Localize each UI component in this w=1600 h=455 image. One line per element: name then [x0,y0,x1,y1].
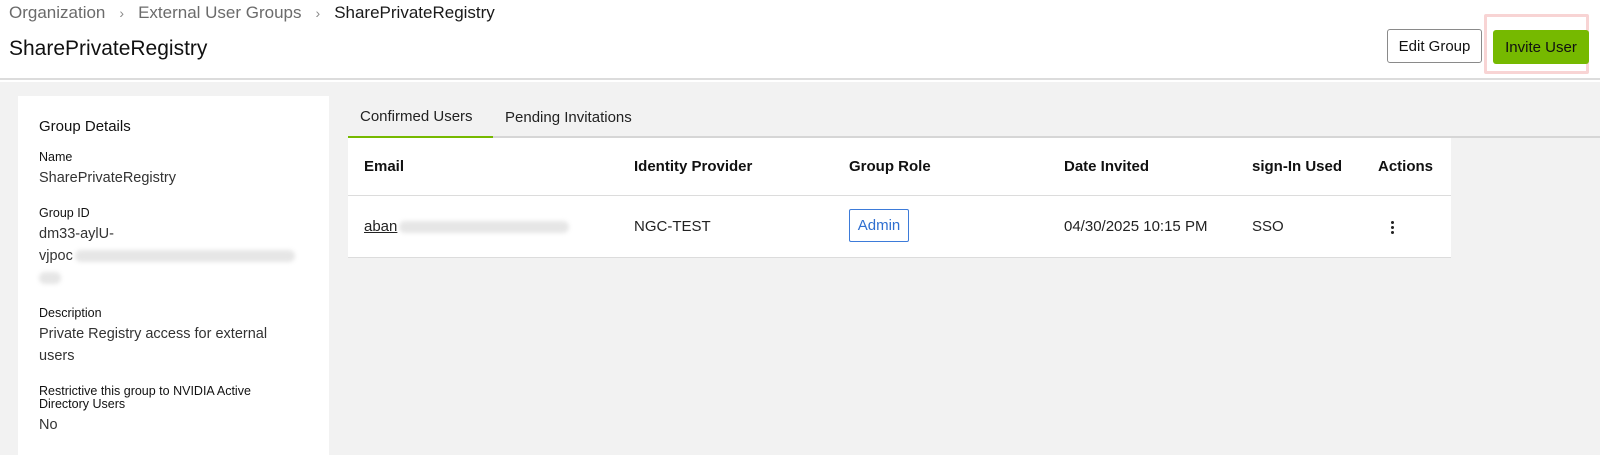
description-value: Private Registry access for external use… [39,326,268,364]
tab-bar: Confirmed Users Pending Invitations [348,96,1600,139]
group-role-badge[interactable]: Admin [849,209,909,242]
redacted-text [74,250,295,263]
header-divider [348,195,1451,196]
group-id-label: Group ID [39,206,90,220]
name-label: Name [39,150,73,164]
redacted-text [399,221,570,234]
chevron-right-icon: › [315,5,321,21]
restrict-label: Restrictive this group to NVIDIA Active … [39,384,251,411]
column-header-actions: Actions [1378,158,1434,175]
page-title: SharePrivateRegistry [9,37,208,60]
invite-user-button[interactable]: Invite User [1493,30,1589,64]
table-row-email[interactable]: aban [364,218,570,235]
column-header-identity-provider[interactable]: Identity Provider [634,158,752,175]
row-divider [348,257,1451,258]
users-table: Email Identity Provider Group Role Date … [348,138,1451,258]
tab-pending-invitations[interactable]: Pending Invitations [493,96,644,138]
description-label: Description [39,306,102,320]
table-row-sign-in-used: SSO [1252,218,1284,235]
group-id-line3 [39,267,61,289]
restrict-value: No [39,417,58,433]
breadcrumb: Organization › External User Groups › Sh… [9,3,495,23]
name-value: SharePrivateRegistry [39,170,176,186]
column-header-email[interactable]: Email [364,158,404,175]
group-id-line2: vjpoc [39,245,299,267]
group-details-heading: Group Details [39,118,131,135]
redacted-text [39,272,61,285]
chevron-right-icon: › [119,5,125,21]
column-header-group-role[interactable]: Group Role [849,158,931,175]
table-row-identity-provider: NGC-TEST [634,218,711,235]
group-id-visible: vjpoc [39,248,73,264]
group-id-line1: dm33-aylU- [39,226,114,242]
page-header: Organization › External User Groups › Sh… [0,0,1600,80]
edit-group-button[interactable]: Edit Group [1387,29,1482,63]
tab-confirmed-users[interactable]: Confirmed Users [348,96,493,139]
kebab-menu-icon[interactable] [1382,217,1402,237]
breadcrumb-organization[interactable]: Organization [9,3,105,23]
breadcrumb-current: SharePrivateRegistry [334,3,495,22]
column-header-date-invited[interactable]: Date Invited [1064,158,1149,175]
breadcrumb-external-user-groups[interactable]: External User Groups [138,3,301,23]
invite-highlight: Invite User [1484,14,1589,74]
table-row-date-invited: 04/30/2025 10:15 PM [1064,218,1208,235]
email-link[interactable]: aban [364,218,397,235]
group-details-panel: Group Details Name SharePrivateRegistry … [18,96,329,455]
column-header-sign-in-used[interactable]: sign-In Used [1252,158,1342,175]
